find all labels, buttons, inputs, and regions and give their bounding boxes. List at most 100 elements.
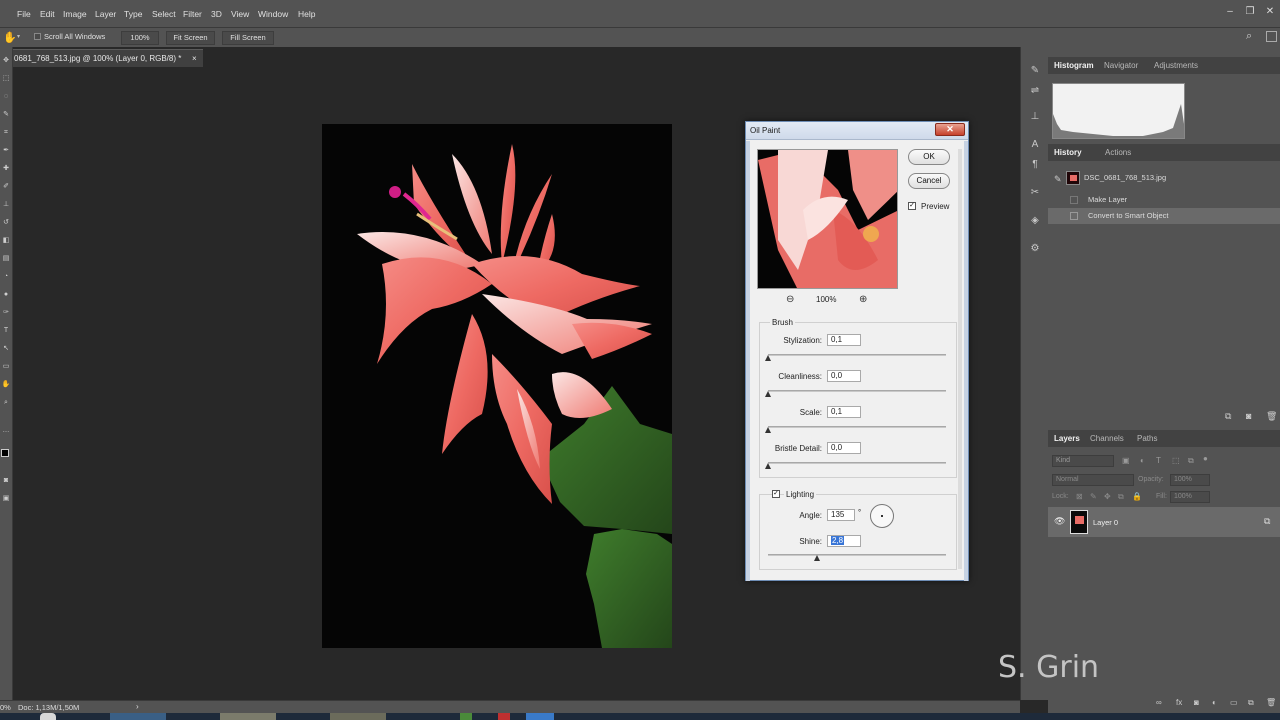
trash-icon[interactable]: 🗑 xyxy=(1266,411,1277,422)
taskbar-app[interactable] xyxy=(526,713,554,720)
character-panel-icon[interactable]: A xyxy=(1029,139,1041,151)
cleanliness-input[interactable]: 0,0 xyxy=(827,370,861,382)
cleanliness-thumb[interactable] xyxy=(765,391,771,397)
taskbar-app[interactable] xyxy=(460,713,472,720)
filter-toggle-icon[interactable]: ● xyxy=(1203,454,1208,463)
healing-brush-icon[interactable]: ✚ xyxy=(1,165,11,173)
stylization-thumb[interactable] xyxy=(765,355,771,361)
new-layer-icon[interactable]: ⧉ xyxy=(1248,698,1254,708)
lock-all-icon[interactable]: 🔒 xyxy=(1132,492,1142,501)
history-brush-source-icon[interactable]: ✎ xyxy=(1054,171,1062,187)
hand-tool-icon[interactable]: ✋ xyxy=(1,381,11,389)
hand-tool-icon[interactable]: ✋ xyxy=(3,31,17,44)
shape-filter-icon[interactable]: ⬚ xyxy=(1172,456,1180,465)
3d-panel-icon[interactable]: ◈ xyxy=(1029,215,1041,227)
layer-row[interactable]: 👁 Layer 0 ⧉ xyxy=(1048,507,1280,537)
stylization-input[interactable]: 0,1 xyxy=(827,334,861,346)
zoom-100-button[interactable]: 100% xyxy=(121,31,159,45)
start-button-icon[interactable] xyxy=(40,713,56,720)
blur-tool-icon[interactable]: ◔ xyxy=(1,273,11,281)
stamp-tool-icon[interactable]: ⊥ xyxy=(1,201,11,209)
ok-button[interactable]: OK xyxy=(908,149,950,165)
tools-preset-icon[interactable]: ✂ xyxy=(1029,187,1041,199)
history-snapshot[interactable]: ✎ DSC_0681_768_513.jpg xyxy=(1048,170,1280,188)
gradient-tool-icon[interactable]: ▤ xyxy=(1,255,11,263)
type-filter-icon[interactable]: T xyxy=(1156,456,1161,465)
foreground-color-swatch[interactable] xyxy=(1,449,9,457)
lock-image-icon[interactable]: ✎ xyxy=(1090,492,1097,501)
tab-actions[interactable]: Actions xyxy=(1105,148,1131,157)
cancel-button[interactable]: Cancel xyxy=(908,173,950,189)
menu-select[interactable]: Select xyxy=(152,9,176,19)
move-tool-icon[interactable]: ✥ xyxy=(1,57,11,65)
menu-window[interactable]: Window xyxy=(258,9,288,19)
close-window-icon[interactable]: ✕ xyxy=(1264,7,1276,17)
lock-transparent-icon[interactable]: ⊠ xyxy=(1076,492,1083,501)
dialog-scrollbar[interactable] xyxy=(958,149,962,569)
link-layers-icon[interactable]: ∞ xyxy=(1156,698,1162,707)
menu-type[interactable]: Type xyxy=(124,9,142,19)
brush-panel-icon[interactable]: ✎ xyxy=(1029,65,1041,77)
type-tool-icon[interactable]: T xyxy=(1,327,11,335)
lighting-checkbox[interactable]: ✓ xyxy=(772,490,780,498)
screen-mode-icon[interactable]: ▣ xyxy=(1,495,11,503)
brush-tool-icon[interactable]: ✐ xyxy=(1,183,11,191)
tab-history[interactable]: History xyxy=(1054,148,1082,157)
lock-artboard-icon[interactable]: ⧉ xyxy=(1118,492,1124,502)
opacity-input[interactable]: 100% xyxy=(1170,474,1210,486)
add-mask-icon[interactable]: ◙ xyxy=(1194,698,1199,707)
fill-input[interactable]: 100% xyxy=(1170,491,1210,503)
menu-edit[interactable]: Edit xyxy=(40,9,55,19)
image-canvas[interactable] xyxy=(322,124,672,648)
zoom-tool-icon[interactable]: ⌕ xyxy=(1,399,11,407)
properties-panel-icon[interactable]: ⚙ xyxy=(1029,243,1041,255)
chevron-down-icon[interactable]: ▾ xyxy=(17,33,20,40)
dialog-titlebar[interactable]: Oil Paint ✕ xyxy=(746,122,968,140)
bristle-detail-slider[interactable] xyxy=(768,462,946,464)
shape-tool-icon[interactable]: ▭ xyxy=(1,363,11,371)
pen-tool-icon[interactable]: ✑ xyxy=(1,309,11,317)
fill-screen-button[interactable]: Fill Screen xyxy=(222,31,274,45)
clone-source-icon[interactable]: ⊥ xyxy=(1029,111,1041,123)
preview-image[interactable] xyxy=(757,149,898,289)
paragraph-panel-icon[interactable]: ¶ xyxy=(1029,159,1041,171)
smart-object-filter-icon[interactable]: ⧉ xyxy=(1188,456,1194,466)
pixel-filter-icon[interactable]: ▣ xyxy=(1122,456,1130,465)
delete-layer-icon[interactable]: 🗑 xyxy=(1266,698,1276,707)
document-tab[interactable]: 0681_768_513.jpg @ 100% (Layer 0, RGB/8)… xyxy=(13,49,203,67)
blend-mode-select[interactable]: Normal xyxy=(1052,474,1134,486)
menu-help[interactable]: Help xyxy=(298,9,315,19)
tab-layers[interactable]: Layers xyxy=(1054,434,1080,443)
tab-histogram[interactable]: Histogram xyxy=(1054,61,1094,70)
marquee-tool-icon[interactable]: ⬚ xyxy=(1,75,11,83)
crop-tool-icon[interactable]: ⌗ xyxy=(1,129,11,137)
tab-channels[interactable]: Channels xyxy=(1090,434,1124,443)
zoom-out-icon[interactable]: ⊖ xyxy=(786,294,794,305)
search-icon[interactable]: ⌕ xyxy=(1246,30,1252,43)
lock-position-icon[interactable]: ✥ xyxy=(1104,492,1111,501)
quick-select-icon[interactable]: ✎ xyxy=(1,111,11,119)
lasso-tool-icon[interactable]: ◌ xyxy=(1,93,11,101)
scale-input[interactable]: 0,1 xyxy=(827,406,861,418)
tab-adjustments[interactable]: Adjustments xyxy=(1154,61,1198,70)
scroll-all-checkbox[interactable] xyxy=(34,33,41,40)
more-tools-icon[interactable]: … xyxy=(1,427,11,435)
cleanliness-slider[interactable] xyxy=(768,390,946,392)
menu-filter[interactable]: Filter xyxy=(183,9,202,19)
taskbar-app-photoshop[interactable] xyxy=(110,713,166,720)
stylization-slider[interactable] xyxy=(768,354,946,356)
menu-3d[interactable]: 3D xyxy=(211,9,222,19)
history-item-make-layer[interactable]: Make Layer xyxy=(1048,192,1280,208)
fit-screen-button[interactable]: Fit Screen xyxy=(166,31,215,45)
layer-style-icon[interactable]: fx xyxy=(1176,698,1182,707)
dodge-tool-icon[interactable]: ● xyxy=(1,291,11,299)
camera-icon[interactable]: ◙ xyxy=(1246,411,1251,421)
scale-thumb[interactable] xyxy=(765,427,771,433)
taskbar-app[interactable] xyxy=(498,713,510,720)
menu-image[interactable]: Image xyxy=(63,9,87,19)
menu-view[interactable]: View xyxy=(231,9,249,19)
taskbar-app[interactable] xyxy=(330,713,386,720)
adjust-panel-icon[interactable]: ⇌ xyxy=(1029,85,1041,97)
zoom-in-icon[interactable]: ⊕ xyxy=(859,294,867,305)
eraser-tool-icon[interactable]: ◧ xyxy=(1,237,11,245)
